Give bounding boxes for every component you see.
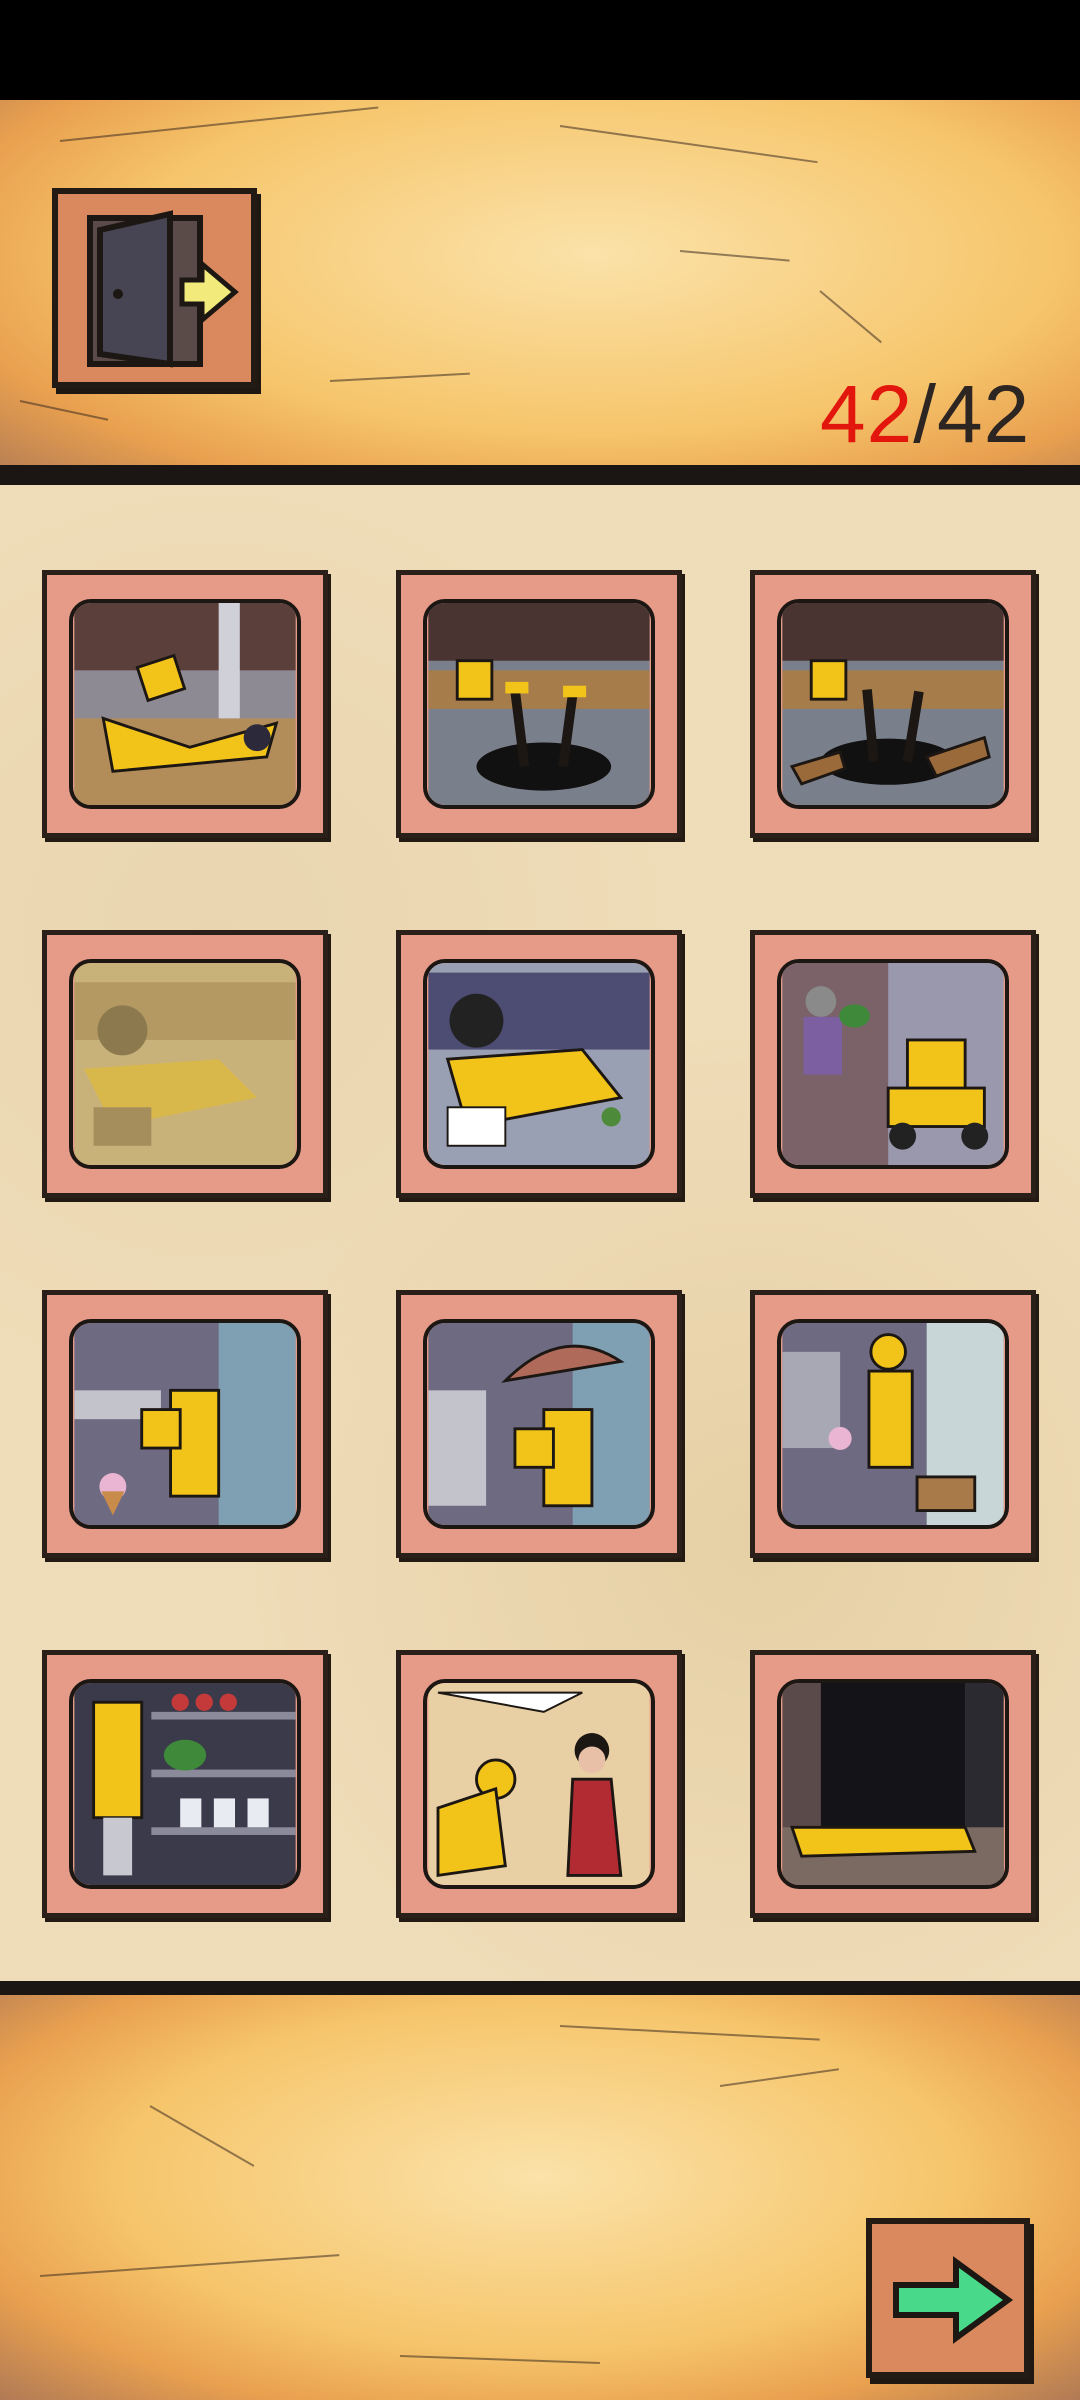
comic-panel-12[interactable] — [750, 1650, 1036, 1918]
courier-car-crash-panel — [423, 959, 655, 1169]
progress-counter: 42/42 — [820, 368, 1030, 462]
comic-panel-10[interactable] — [42, 1650, 328, 1918]
comic-panel-2[interactable] — [396, 570, 682, 838]
status-bar — [0, 0, 1080, 100]
comic-panel-3[interactable] — [750, 570, 1036, 838]
courier-car-crash-faded-panel — [69, 959, 301, 1169]
comic-panel-6[interactable] — [750, 930, 1036, 1198]
courier-umbrella-walk-panel — [777, 1319, 1009, 1529]
comic-panel-7[interactable] — [42, 1290, 328, 1558]
door-exit-icon — [87, 210, 239, 368]
courier-fallen-panel — [69, 599, 301, 809]
courier-icecream-panel — [69, 1319, 301, 1529]
courier-woman-red-dress-panel — [423, 1679, 655, 1889]
counter-total: 42 — [937, 369, 1031, 460]
next-button[interactable] — [866, 2218, 1030, 2378]
comic-panel-4[interactable] — [42, 930, 328, 1198]
comic-panel-5[interactable] — [396, 930, 682, 1198]
bottom-panel — [0, 1995, 1080, 2400]
courier-manhole-panel — [423, 599, 655, 809]
courier-store-shelf-panel — [69, 1679, 301, 1889]
top-panel: 42/42 — [0, 100, 1080, 485]
arrow-right-icon — [893, 2256, 1014, 2344]
comic-panel-11[interactable] — [396, 1650, 682, 1918]
courier-scooter-grandma-panel — [777, 959, 1009, 1169]
comic-panel-9[interactable] — [750, 1290, 1036, 1558]
courier-umbrella-panel — [423, 1319, 655, 1529]
courier-manhole-boards-panel — [777, 599, 1009, 809]
counter-separator: / — [913, 369, 938, 460]
courier-doorway-panel — [777, 1679, 1009, 1889]
exit-button[interactable] — [52, 188, 257, 388]
comic-panel-1[interactable] — [42, 570, 328, 838]
comic-panel-8[interactable] — [396, 1290, 682, 1558]
counter-current: 42 — [820, 369, 914, 460]
